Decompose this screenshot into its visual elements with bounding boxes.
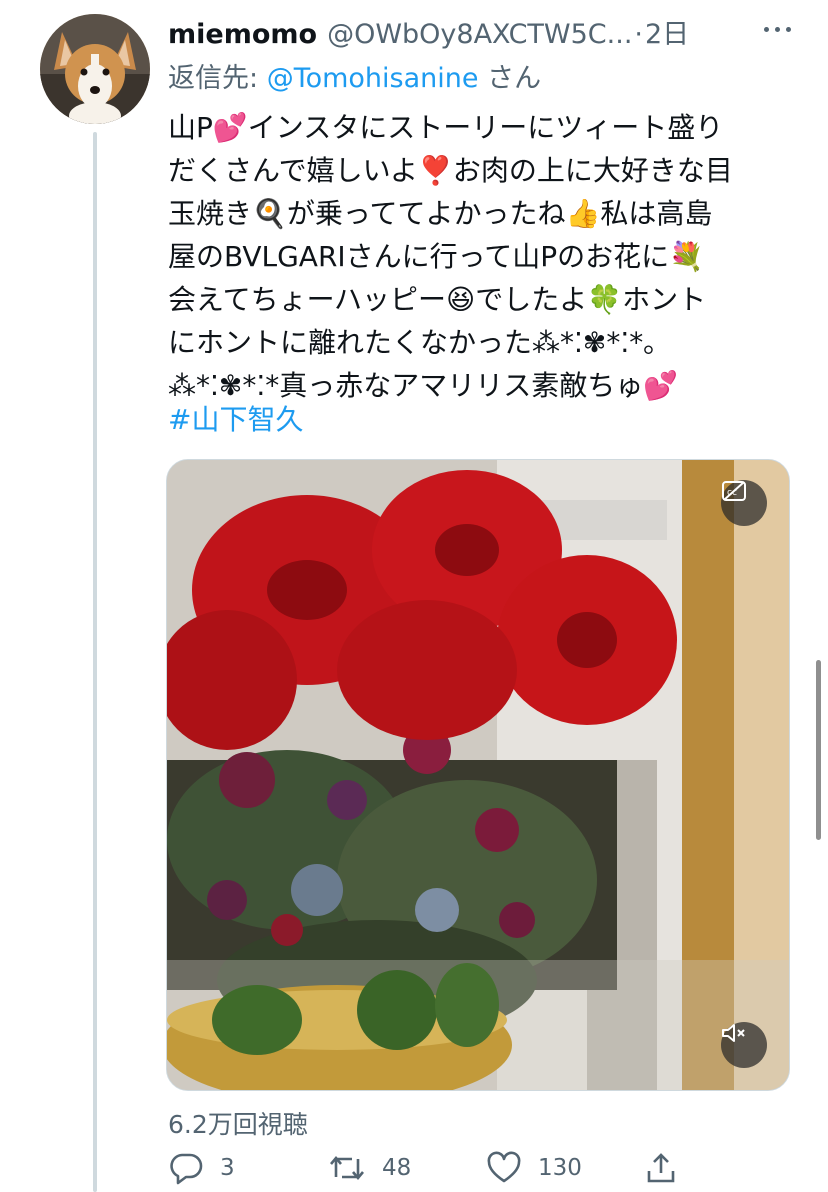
retweet-icon: [330, 1155, 364, 1181]
reply-to-prefix: 返信先:: [168, 63, 267, 94]
separator-dot: ·: [634, 19, 643, 50]
tweet-time[interactable]: 2日: [645, 12, 689, 51]
hashtag-link[interactable]: #山下智久: [168, 398, 303, 438]
corgi-avatar-image: [40, 14, 150, 124]
scrollbar[interactable]: [816, 660, 821, 840]
reply-count: 3: [220, 1155, 235, 1181]
tweet-text-line: 山P💕インスタにストーリーにツィート盛り: [168, 111, 724, 144]
author-handle[interactable]: @OWbOy8AXCTW5C...: [327, 19, 632, 50]
mute-button[interactable]: [721, 1022, 767, 1068]
tweet-text-line: にホントに離れたくなかった⁂*⁚✾*⁚*｡: [168, 326, 658, 359]
retweet-count: 48: [382, 1155, 412, 1181]
captions-button[interactable]: cc: [721, 480, 767, 526]
captions-icon: cc: [722, 481, 746, 501]
thread-line: [93, 132, 97, 1192]
reply-button[interactable]: 3: [168, 1148, 235, 1188]
reply-to-line: 返信先: @Tomohisanine さん: [168, 56, 541, 95]
heart-icon: [487, 1151, 521, 1183]
tweet-text-line: だくさんで嬉しいよ❣️お肉の上に大好きな目: [168, 154, 733, 187]
retweet-button[interactable]: 48: [328, 1148, 411, 1188]
tweet-text-line: 玉焼き🍳が乗っててよかったね👍私は高島: [168, 197, 713, 230]
flower-video-frame: [167, 460, 789, 1090]
view-count: 6.2万回視聴: [168, 1110, 308, 1139]
tweet-text: 山P💕インスタにストーリーにツィート盛り だくさんで嬉しいよ❣️お肉の上に大好き…: [168, 106, 788, 407]
volume-muted-icon: [722, 1024, 745, 1042]
author-name[interactable]: miemomo: [168, 19, 317, 50]
reply-to-mention[interactable]: @Tomohisanine: [267, 63, 479, 94]
avatar[interactable]: [40, 14, 150, 124]
action-bar: 3 48 130: [168, 1148, 798, 1188]
share-icon: [647, 1153, 675, 1183]
reply-to-suffix: さん: [478, 63, 542, 94]
video-player[interactable]: cc: [166, 459, 790, 1091]
reply-icon: [170, 1153, 203, 1185]
like-button[interactable]: 130: [486, 1148, 582, 1188]
tweet-header: miemomo @OWbOy8AXCTW5C... · 2日: [168, 12, 768, 52]
tweet-text-line: 会えてちょーハッピー😆でしたよ🍀ホント: [168, 283, 707, 316]
share-button[interactable]: [644, 1148, 678, 1188]
tweet-text-line: 屋のBVLGARIさんに行って山Pのお花に💐: [168, 240, 705, 273]
more-icon: [763, 26, 791, 32]
more-button[interactable]: [752, 14, 802, 44]
like-count: 130: [538, 1155, 582, 1181]
